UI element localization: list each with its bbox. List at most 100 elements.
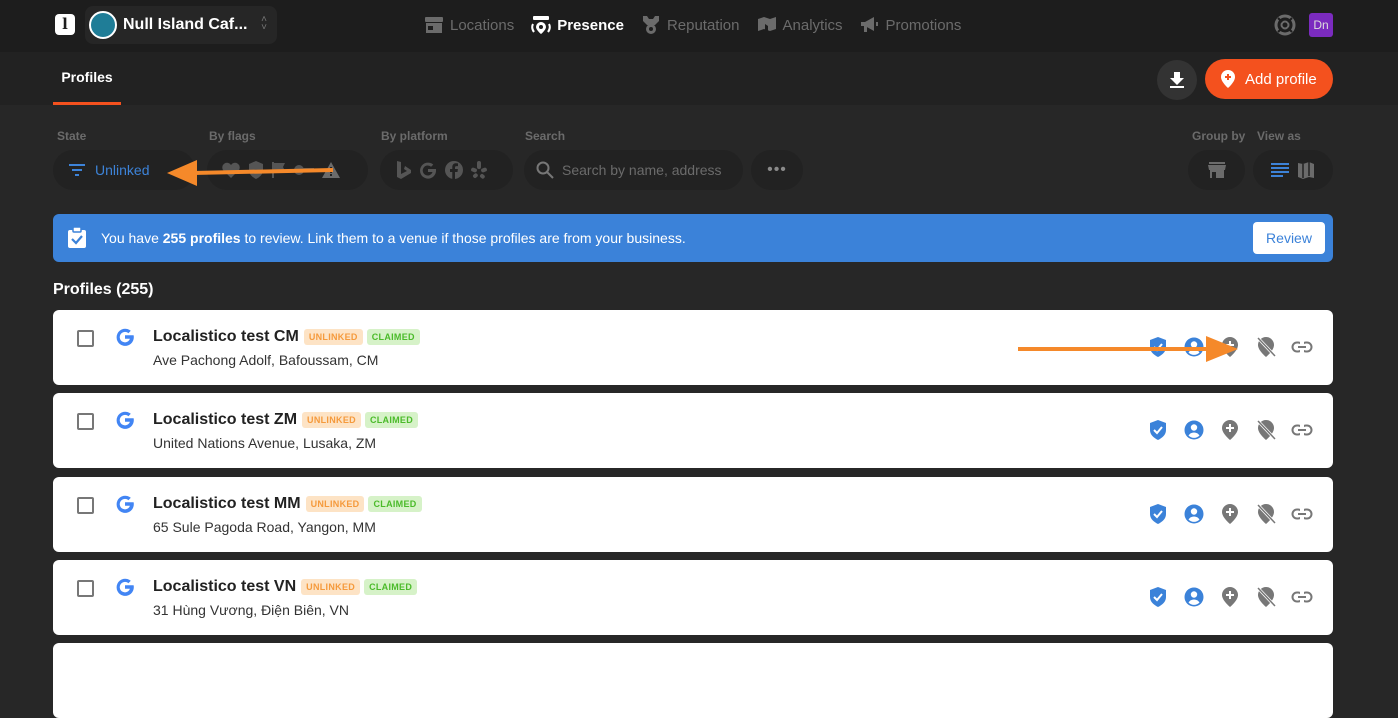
nav-presence[interactable]: Presence xyxy=(531,15,624,35)
owner-account-button[interactable] xyxy=(1183,586,1205,608)
chevron-up-down-icon: ˄ ˅ xyxy=(261,14,267,33)
link-to-venue-button[interactable] xyxy=(1219,419,1241,441)
map-view-icon[interactable] xyxy=(1297,161,1315,179)
megaphone-icon xyxy=(860,17,878,32)
profile-checkbox[interactable] xyxy=(77,580,94,597)
profile-actions xyxy=(1147,586,1313,608)
yelp-icon[interactable] xyxy=(470,160,488,180)
state-filter[interactable]: Unlinked xyxy=(53,150,195,190)
add-profile-button[interactable]: Add profile xyxy=(1205,59,1333,99)
key-flag-icon[interactable] xyxy=(293,163,315,177)
profile-address: United Nations Avenue, Lusaka, ZM xyxy=(153,435,377,451)
verified-shield-button[interactable] xyxy=(1147,503,1169,525)
shield-check-icon xyxy=(1150,420,1166,440)
profile-address: Ave Pachong Adolf, Bafoussam, CM xyxy=(153,352,379,368)
profile-card[interactable]: Localistico test ZM UNLINKED CLAIMED Uni… xyxy=(53,393,1333,468)
warning-icon[interactable] xyxy=(321,161,341,179)
active-tab-indicator xyxy=(53,102,121,105)
link-icon xyxy=(1291,424,1313,436)
profile-address: 31 Hùng Vương, Điện Biên, VN xyxy=(153,602,349,618)
tab-profiles[interactable]: Profiles xyxy=(53,52,121,105)
search-input[interactable] xyxy=(562,162,737,178)
link-to-venue-button[interactable] xyxy=(1219,503,1241,525)
open-link-button[interactable] xyxy=(1291,419,1313,441)
claimed-badge: CLAIMED xyxy=(368,496,422,512)
nav-promotions[interactable]: Promotions xyxy=(860,16,962,34)
ignore-location-button[interactable] xyxy=(1255,336,1277,358)
profile-card[interactable]: Localistico test CM UNLINKED CLAIMED Ave… xyxy=(53,310,1333,385)
group-by-venue-button[interactable] xyxy=(1188,150,1245,190)
platform-filter[interactable] xyxy=(380,150,513,190)
profile-name[interactable]: Localistico test MM xyxy=(153,495,301,513)
owner-account-button[interactable] xyxy=(1183,336,1205,358)
google-platform-icon[interactable] xyxy=(418,160,438,180)
facebook-icon[interactable] xyxy=(444,160,464,180)
flag-icon[interactable] xyxy=(271,161,287,179)
top-navigation-bar: l Null Island Caf... ˄ ˅ Locations Presen… xyxy=(0,0,1398,52)
verified-shield-button[interactable] xyxy=(1147,419,1169,441)
nav-reputation[interactable]: Reputation xyxy=(641,15,740,35)
open-link-button[interactable] xyxy=(1291,586,1313,608)
profile-name[interactable]: Localistico test ZM xyxy=(153,411,297,429)
main-nav: Locations Presence Reputation Analytics … xyxy=(424,0,978,50)
location-off-icon xyxy=(1256,503,1276,525)
review-banner: You have 255 profiles to review. Link th… xyxy=(53,214,1333,262)
profile-checkbox[interactable] xyxy=(77,497,94,514)
profile-checkbox[interactable] xyxy=(77,413,94,430)
search-field[interactable] xyxy=(524,150,743,190)
open-link-button[interactable] xyxy=(1291,503,1313,525)
profile-name[interactable]: Localistico test CM xyxy=(153,328,299,346)
review-button[interactable]: Review xyxy=(1253,222,1325,254)
profile-actions xyxy=(1147,419,1313,441)
link-icon xyxy=(1291,341,1313,353)
user-avatar[interactable]: Dn xyxy=(1309,13,1333,37)
more-filters-button[interactable]: ••• xyxy=(751,150,803,190)
link-to-venue-button[interactable] xyxy=(1219,336,1241,358)
profile-card[interactable]: Localistico test MM UNLINKED CLAIMED 65 … xyxy=(53,477,1333,552)
nav-promotions-label: Promotions xyxy=(885,16,962,34)
verified-shield-button[interactable] xyxy=(1147,586,1169,608)
list-view-icon[interactable] xyxy=(1271,162,1289,178)
profiles-list-title: Profiles (255) xyxy=(53,281,154,298)
store-icon xyxy=(425,17,443,33)
google-icon xyxy=(116,578,134,596)
add-location-pin-icon xyxy=(1222,587,1238,607)
link-icon xyxy=(1291,591,1313,603)
shield-flag-icon[interactable] xyxy=(247,160,265,180)
location-off-icon xyxy=(1256,336,1276,358)
open-link-button[interactable] xyxy=(1291,336,1313,358)
unlinked-badge: UNLINKED xyxy=(305,496,365,512)
venue-switcher[interactable]: Null Island Caf... ˄ ˅ xyxy=(85,6,277,44)
add-profile-label: Add profile xyxy=(1245,70,1317,88)
ignore-location-button[interactable] xyxy=(1255,586,1277,608)
flags-filter[interactable] xyxy=(207,150,368,190)
heart-flag-icon[interactable] xyxy=(221,161,241,179)
nav-analytics[interactable]: Analytics xyxy=(757,16,843,34)
profile-card[interactable] xyxy=(53,643,1333,718)
banner-count: 255 profiles xyxy=(162,230,241,246)
location-off-icon xyxy=(1256,419,1276,441)
profile-card[interactable]: Localistico test VN UNLINKED CLAIMED 31 … xyxy=(53,560,1333,635)
help-lifebuoy-icon[interactable] xyxy=(1274,14,1296,36)
state-filter-label: State xyxy=(57,129,87,143)
nav-locations[interactable]: Locations xyxy=(424,16,514,34)
download-icon xyxy=(1170,72,1184,88)
bing-icon[interactable] xyxy=(394,160,412,180)
store-icon xyxy=(1207,162,1226,178)
owner-account-button[interactable] xyxy=(1183,503,1205,525)
verified-shield-button[interactable] xyxy=(1147,336,1169,358)
profile-name[interactable]: Localistico test VN xyxy=(153,578,296,596)
claimed-badge: CLAIMED xyxy=(366,329,420,345)
banner-message: You have 255 profiles to review. Link th… xyxy=(101,230,686,246)
download-button[interactable] xyxy=(1157,60,1197,100)
app-logo[interactable]: l xyxy=(55,14,75,35)
ignore-location-button[interactable] xyxy=(1255,419,1277,441)
account-circle-icon xyxy=(1184,420,1204,440)
view-as-toggle xyxy=(1253,150,1333,190)
link-to-venue-button[interactable] xyxy=(1219,586,1241,608)
add-location-pin-icon xyxy=(1222,337,1238,357)
owner-account-button[interactable] xyxy=(1183,419,1205,441)
add-location-pin-icon xyxy=(1222,504,1238,524)
ignore-location-button[interactable] xyxy=(1255,503,1277,525)
profile-checkbox[interactable] xyxy=(77,330,94,347)
